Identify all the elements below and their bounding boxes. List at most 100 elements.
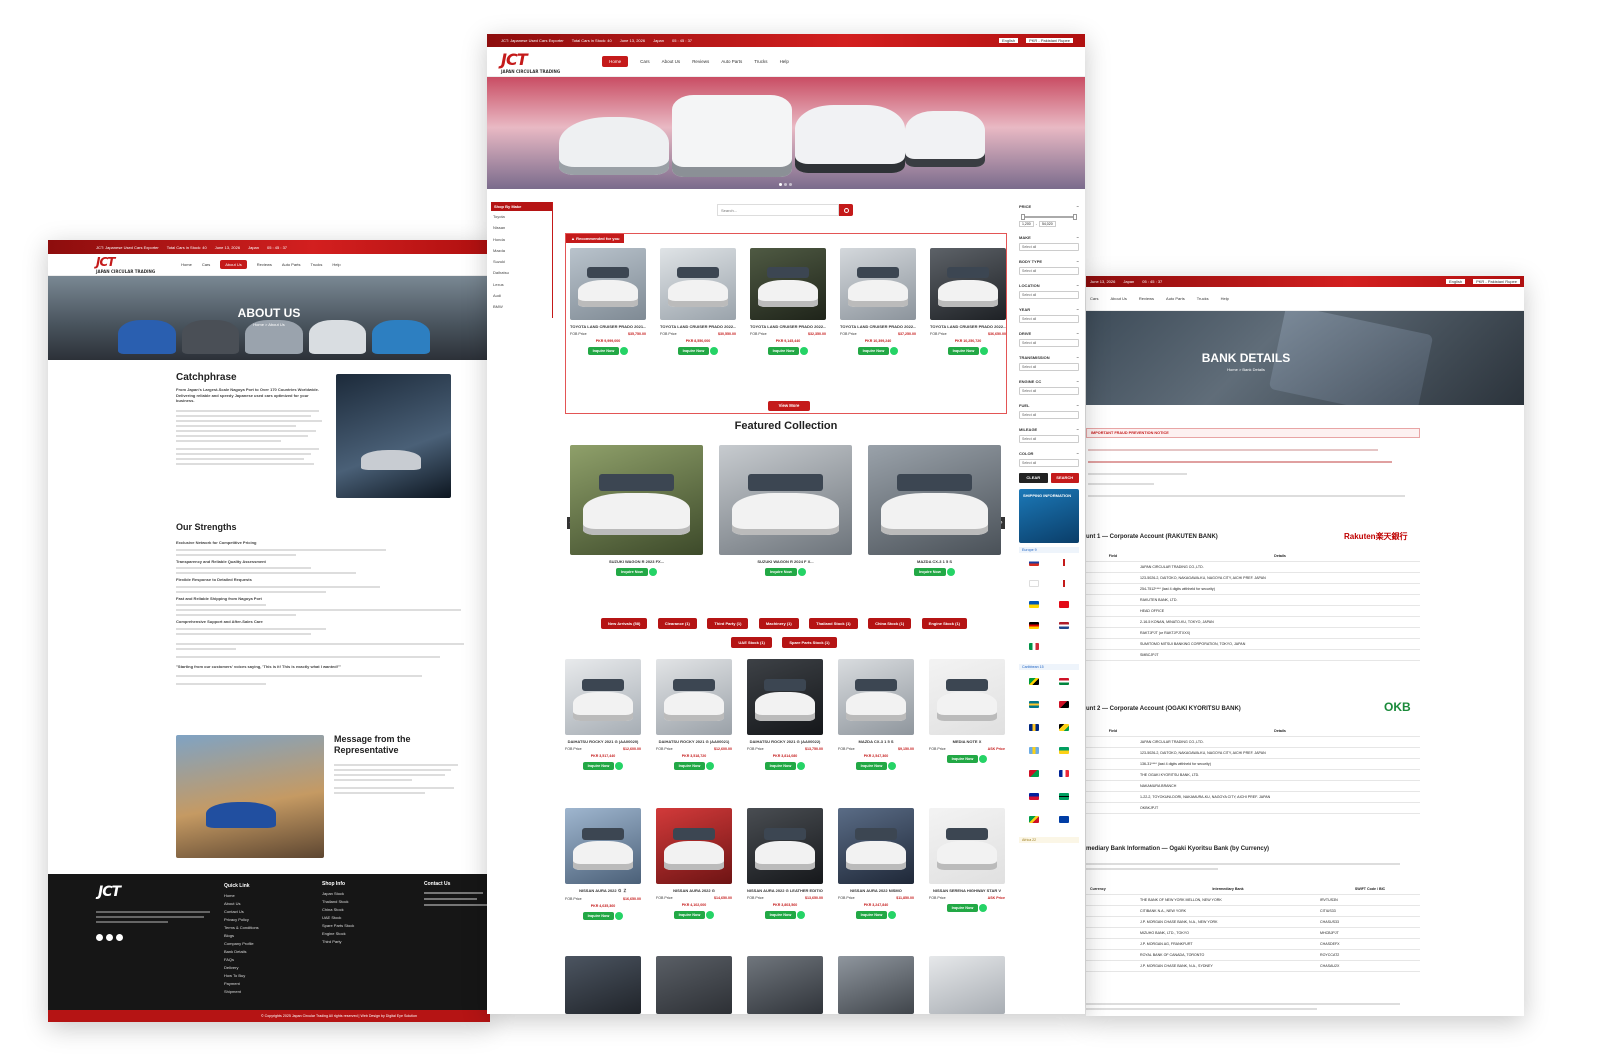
car-photo[interactable] — [838, 808, 914, 884]
car-photo[interactable] — [929, 659, 1005, 735]
car-title[interactable]: DAIHATSU ROCKY 2021 G (AA00022) — [747, 739, 823, 744]
nav-reviews[interactable]: Reviews — [257, 262, 272, 267]
car-title[interactable]: DAIHATSU ROCKY 2021 G (AA00020) — [565, 739, 641, 744]
car-title[interactable]: TOYOTA LAND CRUISER PRADO 2022... — [750, 324, 826, 329]
region-caribbean[interactable]: Caribbean 15 — [1019, 664, 1079, 670]
whatsapp-icon[interactable] — [888, 762, 897, 770]
inquire-now-button[interactable]: Inquire Now — [587, 347, 620, 356]
tab-machinery[interactable]: Machinery (1) — [758, 618, 799, 629]
inquire-now-button[interactable]: Inquire Now — [855, 762, 888, 771]
inquire-now-button[interactable]: Inquire Now — [914, 568, 946, 577]
region-europe[interactable]: Europe 9 — [1019, 547, 1079, 553]
car-photo[interactable] — [840, 248, 916, 320]
car-title[interactable]: TOYOTA LAND CRUISER PRADO 2022... — [840, 324, 916, 329]
tab-thailand[interactable]: Thailand Stock (1) — [809, 618, 858, 629]
whatsapp-icon[interactable] — [800, 347, 809, 355]
whatsapp-icon[interactable] — [648, 568, 657, 576]
car-title[interactable]: MAZDA CX-3 1 5 S — [838, 739, 914, 744]
site-logo[interactable]: JCT JAPAN CIRCULAR TRADING — [96, 255, 155, 274]
price-max-input[interactable]: 54,020 — [1038, 221, 1056, 227]
site-logo[interactable]: JCT JAPAN CIRCULAR TRADING — [501, 50, 560, 74]
whatsapp-icon[interactable] — [890, 347, 899, 355]
inquire-now-button[interactable]: Inquire Now — [582, 912, 615, 921]
car-title[interactable]: MEDIA NOTE X — [929, 739, 1005, 744]
stock-car-card[interactable]: DAIHATSU ROCKY 2021 G (AA00022) FOB Price… — [747, 659, 823, 771]
shipping-info-banner[interactable]: SHIPPING INFORMATION — [1019, 489, 1079, 543]
make-item[interactable]: Suzuki — [493, 256, 552, 267]
nav-trucks[interactable]: Trucks — [754, 59, 767, 64]
inquire-now-button[interactable]: Inquire Now — [855, 911, 888, 920]
car-title[interactable]: NISSAN AURA 2022 G LEATHER EDITION — [747, 888, 823, 893]
tab-china[interactable]: China Stock (1) — [868, 618, 912, 629]
nav-about[interactable]: About Us — [1110, 296, 1126, 301]
region-africa[interactable]: Africa 22 — [1019, 837, 1079, 843]
nav-help[interactable]: Help — [780, 59, 789, 64]
footer-link[interactable]: Spare Parts Stock — [322, 922, 392, 930]
filter-select[interactable]: Select all — [1019, 315, 1079, 323]
footer-link[interactable]: Privacy Policy — [224, 916, 304, 924]
nav-help[interactable]: Help — [332, 262, 340, 267]
whatsapp-icon[interactable] — [980, 347, 989, 355]
filter-select[interactable]: Select all — [1019, 363, 1079, 371]
recommended-car-card[interactable]: TOYOTA LAND CRUISER PRADO 2022... FOB Pri… — [660, 248, 736, 356]
price-min-input[interactable]: 1,200 — [1019, 221, 1034, 227]
stock-car-card[interactable]: NISSAN SERENA HIGHWAY STAR V FOB Price ASK… — [929, 808, 1005, 913]
footer-link[interactable]: Terms & Conditions — [224, 924, 304, 932]
stock-car-card[interactable]: MEDIA NOTE X FOB Price ASK Price Inquire No… — [929, 659, 1005, 764]
car-title[interactable]: TOYOTA LAND CRUISER PRADO 2022... — [930, 324, 1006, 329]
filter-select[interactable]: Select all — [1019, 435, 1079, 443]
search-filter-button[interactable]: SEARCH — [1050, 473, 1079, 483]
youtube-icon[interactable] — [116, 934, 123, 941]
car-photo[interactable] — [660, 248, 736, 320]
car-photo[interactable] — [930, 248, 1006, 320]
footer-link[interactable]: Contact Us — [224, 908, 304, 916]
tab-third-party[interactable]: Third Party (1) — [707, 618, 749, 629]
nav-about[interactable]: About Us — [662, 59, 681, 64]
nav-auto-parts[interactable]: Auto Parts — [1166, 296, 1185, 301]
car-title[interactable]: SUZUKI WAGON R 2024 F X... — [719, 559, 852, 564]
recommended-car-card[interactable]: TOYOTA LAND CRUISER PRADO 2022... FOB Pri… — [930, 248, 1006, 356]
nav-reviews[interactable]: Reviews — [692, 59, 709, 64]
nav-about[interactable]: About Us — [220, 260, 247, 269]
footer-link[interactable]: About Us — [224, 900, 304, 908]
whatsapp-icon[interactable] — [706, 911, 715, 919]
filter-select[interactable]: Select all — [1019, 459, 1079, 467]
inquire-now-button[interactable]: Inquire Now — [677, 347, 710, 356]
whatsapp-icon[interactable] — [797, 762, 806, 770]
footer-link[interactable]: Blogs — [224, 932, 304, 940]
tab-new-arrivals[interactable]: New Arrivals (58) — [601, 618, 648, 629]
footer-link[interactable]: Shipment — [224, 988, 304, 996]
footer-link[interactable]: Delivery — [224, 964, 304, 972]
currency-selector[interactable]: PKR - Pakistani Rupee — [1026, 38, 1073, 43]
view-more-button[interactable]: View More — [768, 401, 810, 411]
tab-clearance[interactable]: Clearance (1) — [657, 618, 697, 629]
whatsapp-icon[interactable] — [615, 762, 624, 770]
nav-trucks[interactable]: Trucks — [1197, 296, 1209, 301]
car-title[interactable]: SUZUKI WAGON R 2023 FX... — [570, 559, 703, 564]
filter-select[interactable]: Select all — [1019, 387, 1079, 395]
footer-link[interactable]: How To Buy — [224, 972, 304, 980]
filter-select[interactable]: Select all — [1019, 411, 1079, 419]
facebook-icon[interactable] — [96, 934, 103, 941]
nav-cars[interactable]: Cars — [640, 59, 650, 64]
inquire-now-button[interactable]: Inquire Now — [616, 568, 648, 577]
price-slider[interactable] — [1021, 214, 1077, 220]
car-title[interactable]: NISSAN AURA 2022 NISMO — [838, 888, 914, 893]
make-item[interactable]: Toyota — [493, 211, 552, 222]
footer-link[interactable]: FAQs — [224, 956, 304, 964]
car-title[interactable]: TOYOTA LAND CRUISER PRADO 2021... — [570, 324, 646, 329]
tab-engine[interactable]: Engine Stock (1) — [921, 618, 967, 629]
car-title[interactable]: NISSAN AURA 2022 Ｇ Ｚ — [565, 888, 641, 894]
car-photo[interactable] — [719, 445, 852, 555]
inquire-now-button[interactable]: Inquire Now — [673, 911, 706, 920]
make-item[interactable]: Audi — [493, 290, 552, 301]
footer-link[interactable]: Japan Stock — [322, 890, 392, 898]
stock-car-card[interactable]: DAIHATSU ROCKY 2021 G (AA00021) FOB Price… — [656, 659, 732, 771]
currency-selector[interactable]: PKR - Pakistani Rupee — [1473, 279, 1520, 284]
stock-car-card[interactable]: NISSAN AURA 2022 G LEATHER EDITION FOB Pr… — [747, 808, 823, 920]
search-input[interactable] — [717, 204, 839, 216]
car-photo[interactable] — [838, 659, 914, 735]
stock-car-card[interactable]: NISSAN AURA 2022 NISMO FOB Price $11,850.0… — [838, 808, 914, 920]
car-photo[interactable] — [656, 808, 732, 884]
car-title[interactable]: NISSAN AURA 2022 G — [656, 888, 732, 893]
